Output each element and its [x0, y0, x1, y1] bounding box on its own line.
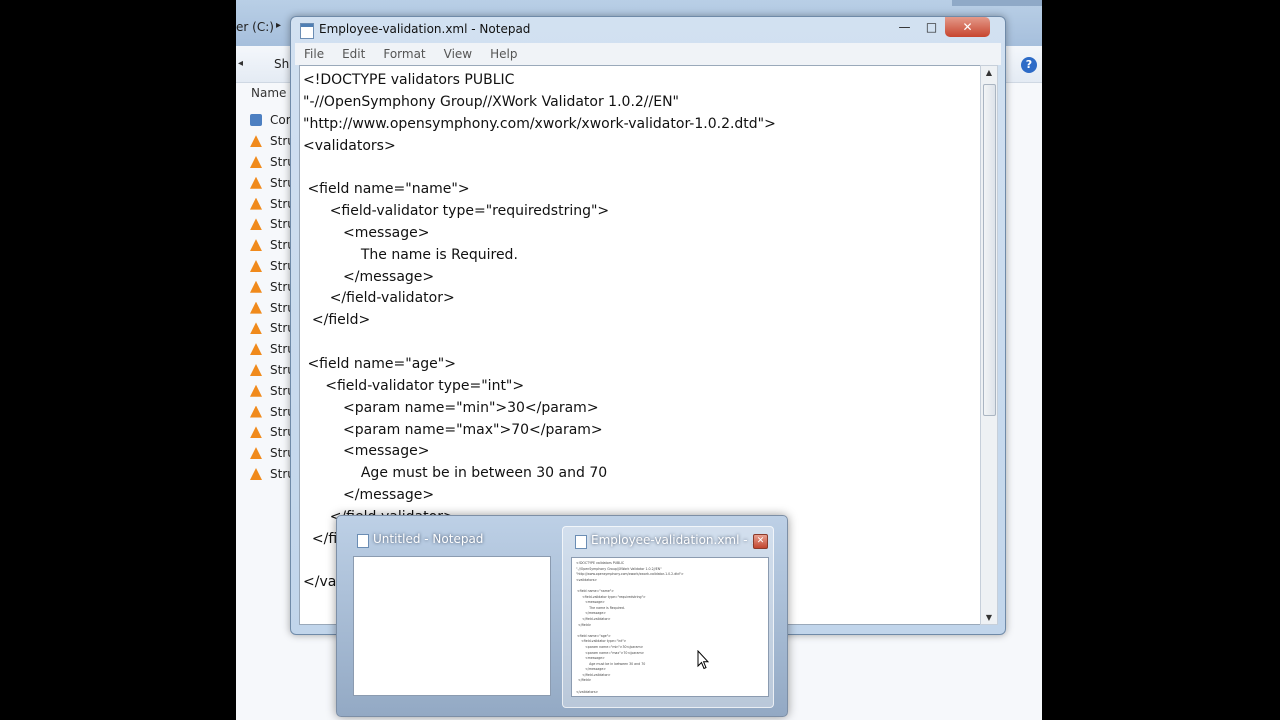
vlc-cone-icon [250, 426, 262, 439]
name-column-header[interactable]: Name [251, 86, 286, 100]
menu-edit[interactable]: Edit [333, 43, 374, 65]
thumbnail-title: Employee-validation.xml - ... [591, 533, 763, 547]
list-item[interactable]: Stru [250, 152, 295, 173]
editor-line[interactable]: <field-validator type="int"> [303, 376, 776, 398]
vlc-cone-icon [250, 405, 262, 418]
menu-view[interactable]: View [435, 43, 481, 65]
editor-line[interactable]: <!DOCTYPE validators PUBLIC [303, 70, 776, 92]
menu-format[interactable]: Format [374, 43, 434, 65]
vlc-cone-icon [250, 384, 262, 397]
close-button[interactable]: ✕ [945, 17, 990, 37]
scrollbar-thumb[interactable] [983, 84, 996, 416]
menu-bar: File Edit Format View Help [295, 43, 1001, 65]
vlc-cone-icon [250, 176, 262, 189]
editor-line[interactable]: </field-validator> [303, 288, 776, 310]
vlc-cone-icon [250, 343, 262, 356]
list-item[interactable]: Stru [250, 276, 295, 297]
editor-line[interactable]: <param name="max">70</param> [303, 420, 776, 442]
list-item[interactable]: Stru [250, 297, 295, 318]
vlc-cone-icon [250, 155, 262, 168]
list-item[interactable]: Stru [250, 256, 295, 277]
scroll-down-arrow-icon[interactable]: ▼ [981, 613, 997, 622]
editor-line[interactable]: "http://www.opensymphony.com/xwork/xwork… [303, 114, 776, 136]
editor-line[interactable]: <param name="min">30</param> [303, 398, 776, 420]
notepad-app-icon[interactable] [300, 23, 314, 39]
address-chevron-icon[interactable]: ▸ [276, 20, 281, 31]
editor-line[interactable]: Age must be in between 30 and 70 [303, 463, 776, 485]
editor-line[interactable]: <validators> [303, 136, 776, 158]
list-item[interactable]: Stru [250, 464, 295, 485]
editor-line[interactable]: </message> [303, 485, 776, 507]
vlc-cone-icon [250, 259, 262, 272]
vlc-cone-icon [250, 218, 262, 231]
vlc-cone-icon [250, 197, 262, 210]
notepad-icon [575, 535, 587, 549]
list-item[interactable]: Cor [250, 110, 295, 131]
thumbnail-close-icon[interactable]: ✕ [753, 534, 768, 549]
explorer-window-buttons[interactable] [952, 0, 1042, 6]
window-controls: — □ ✕ [891, 17, 990, 37]
mouse-cursor-icon [697, 650, 709, 670]
vlc-cone-icon [250, 280, 262, 293]
vertical-scrollbar[interactable]: ▲ ▼ [980, 65, 998, 625]
scroll-up-arrow-icon[interactable]: ▲ [981, 68, 997, 77]
thumbnail-untitled-notepad[interactable]: Untitled - Notepad [345, 526, 555, 706]
list-item[interactable]: Stru [250, 422, 295, 443]
thumbnail-preview[interactable] [353, 556, 551, 696]
vlc-cone-icon [250, 135, 262, 148]
word-doc-icon [250, 114, 262, 127]
editor-line[interactable]: <field name="age"> [303, 354, 776, 376]
list-item[interactable]: Stru [250, 339, 295, 360]
editor-line[interactable]: The name is Required. [303, 245, 776, 267]
vlc-cone-icon [250, 363, 262, 376]
list-item[interactable]: Stru [250, 443, 295, 464]
list-item[interactable]: Stru [250, 235, 295, 256]
editor-line[interactable] [303, 332, 776, 354]
file-list: Cor Stru Stru Stru Stru Stru Stru Stru S… [250, 110, 295, 484]
editor-line[interactable]: <message> [303, 223, 776, 245]
menu-help[interactable]: Help [481, 43, 526, 65]
toolbar-chevron-icon[interactable]: ◂ [238, 58, 243, 69]
taskbar-thumbnail-popup: Untitled - Notepad Employee-validation.x… [336, 515, 788, 717]
explorer-address-path[interactable]: er (C:) [236, 20, 274, 34]
desktop-screen: er (C:) ▸ ◂ Sha ? Name Cor Stru Stru Str… [236, 0, 1042, 720]
thumbnail-preview[interactable]: <!DOCTYPE validators PUBLIC "-//OpenSymp… [571, 557, 769, 697]
notepad-title-bar[interactable]: Employee-validation.xml - Notepad — □ ✕ [291, 17, 1005, 43]
list-item[interactable]: Stru [250, 131, 295, 152]
maximize-button[interactable]: □ [918, 17, 945, 37]
thumbnail-title: Untitled - Notepad [373, 532, 484, 546]
list-item[interactable]: Stru [250, 401, 295, 422]
list-item[interactable]: Stru [250, 360, 295, 381]
notepad-icon [357, 534, 369, 548]
list-item[interactable]: Stru [250, 380, 295, 401]
list-item[interactable]: Stru [250, 193, 295, 214]
list-item[interactable]: Stru [250, 214, 295, 235]
thumbnail-preview-text: <!DOCTYPE validators PUBLIC "-//OpenSymp… [576, 561, 684, 694]
editor-line[interactable] [303, 157, 776, 179]
list-item[interactable]: Stru [250, 318, 295, 339]
editor-line[interactable]: <field-validator type="requiredstring"> [303, 201, 776, 223]
editor-line[interactable]: <field name="name"> [303, 179, 776, 201]
minimize-button[interactable]: — [891, 17, 918, 37]
editor-line[interactable]: </message> [303, 267, 776, 289]
file-name: Cor [270, 113, 291, 128]
window-title: Employee-validation.xml - Notepad [319, 22, 531, 36]
list-item[interactable]: Stru [250, 172, 295, 193]
vlc-cone-icon [250, 239, 262, 252]
menu-file[interactable]: File [295, 43, 333, 65]
editor-line[interactable]: </field> [303, 310, 776, 332]
thumbnail-employee-validation[interactable]: Employee-validation.xml - ... ✕ <!DOCTYP… [562, 526, 774, 708]
vlc-cone-icon [250, 467, 262, 480]
vlc-cone-icon [250, 447, 262, 460]
help-icon[interactable]: ? [1021, 57, 1037, 73]
vlc-cone-icon [250, 301, 262, 314]
editor-line[interactable]: <message> [303, 441, 776, 463]
editor-line[interactable]: "-//OpenSymphony Group//XWork Validator … [303, 92, 776, 114]
vlc-cone-icon [250, 322, 262, 335]
